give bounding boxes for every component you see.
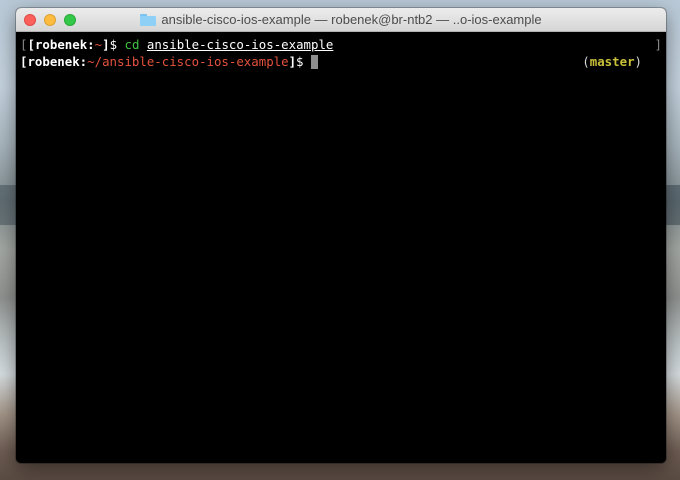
window-controls [24,14,76,26]
terminal-line-1: [[robenek:~]$ cd ansible-cisco-ios-examp… [20,36,662,53]
prompt-path: ~ [94,37,103,52]
command-argument: ansible-cisco-ios-example [146,37,334,52]
prompt-open-bracket: [ [27,37,35,52]
branch-close-paren: ) [634,54,642,69]
window-title: ansible-cisco-ios-example — robenek@br-n… [140,12,542,27]
prompt-close-bracket: ] [288,54,297,69]
branch-open-paren: ( [582,54,590,69]
git-branch-name: master [589,54,635,69]
command-name: cd [124,37,140,52]
git-branch-indicator: (master) [582,53,642,70]
folder-icon [140,13,157,26]
close-button[interactable] [24,14,36,26]
prompt-user: robenek: [27,54,88,69]
title-bar[interactable]: ansible-cisco-ios-example — robenek@br-n… [16,8,666,32]
terminal-line-2: [robenek:~/ansible-cisco-ios-example]$ (… [20,53,662,70]
line-edge-marker-right: ] [654,37,662,52]
prompt-user: robenek: [34,37,95,52]
text-cursor[interactable] [310,55,318,69]
prompt-close-bracket: ] [102,37,110,52]
minimize-button[interactable] [44,14,56,26]
terminal-output[interactable]: [[robenek:~]$ cd ansible-cisco-ios-examp… [16,33,666,463]
terminal-window[interactable]: ansible-cisco-ios-example — robenek@br-n… [16,8,666,463]
prompt-dollar: $ [296,54,311,69]
prompt-dollar: $ [109,37,125,52]
window-title-text: ansible-cisco-ios-example — robenek@br-n… [161,12,542,27]
zoom-button[interactable] [64,14,76,26]
prompt-path: ~/ansible-cisco-ios-example [87,54,289,69]
